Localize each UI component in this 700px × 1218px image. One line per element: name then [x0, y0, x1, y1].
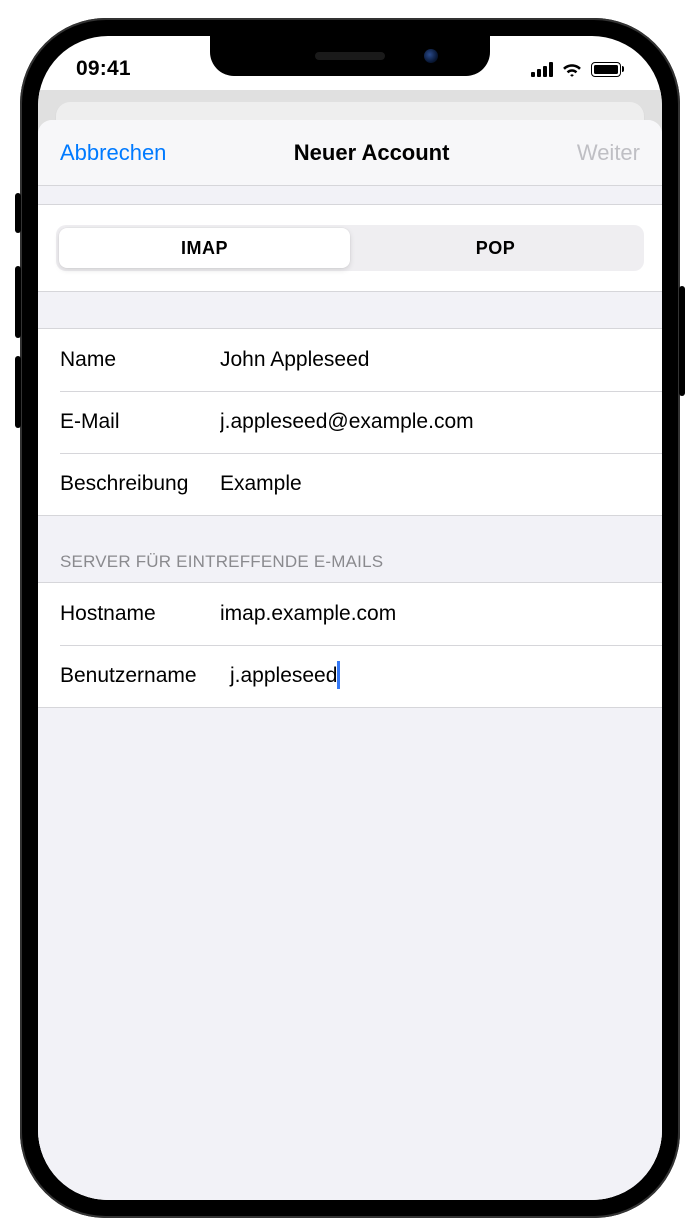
- hostname-label: Hostname: [60, 602, 220, 626]
- status-icons: [531, 61, 625, 77]
- power-button: [679, 286, 685, 396]
- name-label: Name: [60, 348, 220, 372]
- username-value: j.appleseed: [230, 664, 337, 688]
- front-camera: [424, 49, 438, 63]
- email-input[interactable]: [220, 410, 640, 434]
- new-account-modal: Abbrechen Neuer Account Weiter IMAP POP …: [38, 120, 662, 1200]
- screen: 09:41 Abbrechen Neuer Account Weite: [38, 36, 662, 1200]
- row-hostname[interactable]: Hostname: [38, 583, 662, 645]
- wifi-icon: [561, 61, 583, 77]
- email-label: E-Mail: [60, 410, 220, 434]
- description-input[interactable]: [220, 472, 640, 496]
- row-username[interactable]: Benutzername j.appleseed: [38, 645, 662, 707]
- protocol-segment: IMAP POP: [56, 225, 644, 271]
- segment-pop[interactable]: POP: [350, 228, 641, 268]
- cancel-button[interactable]: Abbrechen: [60, 140, 166, 166]
- username-input[interactable]: j.appleseed: [230, 662, 640, 690]
- battery-icon: [591, 62, 625, 77]
- phone-frame: 09:41 Abbrechen Neuer Account Weite: [20, 18, 680, 1218]
- row-description[interactable]: Beschreibung: [38, 453, 662, 515]
- mute-switch: [15, 193, 21, 233]
- row-email[interactable]: E-Mail: [38, 391, 662, 453]
- incoming-header: SERVER FÜR EINTREFFENDE E-MAILS: [38, 516, 662, 582]
- hostname-input[interactable]: [220, 602, 640, 626]
- nav-title: Neuer Account: [294, 140, 450, 166]
- next-button[interactable]: Weiter: [577, 140, 640, 166]
- notch: [210, 36, 490, 76]
- nav-bar: Abbrechen Neuer Account Weiter: [38, 120, 662, 186]
- volume-up-button: [15, 266, 21, 338]
- speaker: [315, 52, 385, 60]
- username-label: Benutzername: [60, 664, 230, 688]
- incoming-server-group: Hostname Benutzername j.appleseed: [38, 582, 662, 708]
- text-cursor: [337, 661, 340, 689]
- cellular-icon: [531, 62, 553, 77]
- account-info-group: Name E-Mail Beschreibung: [38, 328, 662, 516]
- segment-imap[interactable]: IMAP: [59, 228, 350, 268]
- protocol-segment-wrap: IMAP POP: [38, 204, 662, 292]
- volume-down-button: [15, 356, 21, 428]
- name-input[interactable]: [220, 348, 640, 372]
- status-time: 09:41: [76, 57, 131, 81]
- description-label: Beschreibung: [60, 472, 220, 496]
- row-name[interactable]: Name: [38, 329, 662, 391]
